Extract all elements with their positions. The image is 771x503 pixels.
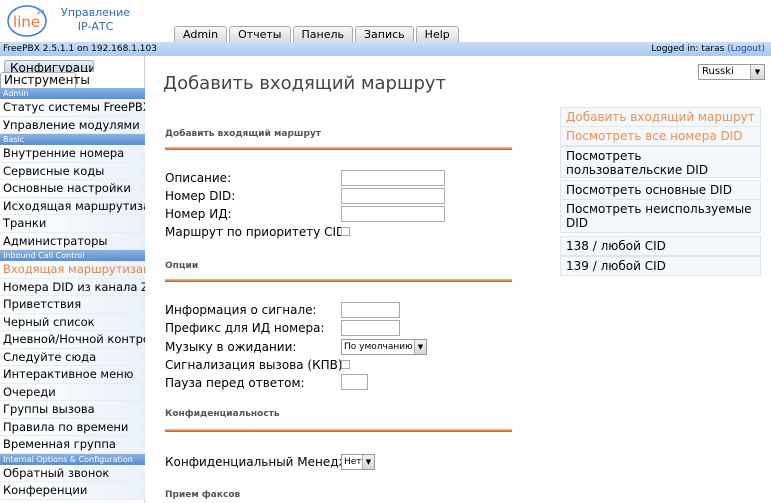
sidebar-item-conferences[interactable]: Конференции — [0, 482, 145, 500]
did-label: Номер DID: — [165, 189, 236, 203]
section-divider — [165, 279, 512, 282]
sidebar-item-follow-me[interactable]: Следуйте сюда — [0, 348, 145, 366]
sidebar-item-feature-codes[interactable]: Сервисные коды — [0, 162, 145, 180]
sidebar-item-time-conditions[interactable]: Правила по времени — [0, 418, 145, 436]
moh-value: По умолчанию — [344, 342, 413, 352]
route-link-139[interactable]: 139 / любой CID — [560, 256, 761, 276]
section-divider — [165, 147, 512, 150]
login-status: Logged in: taras (Logout) — [651, 42, 765, 56]
ringing-checkbox[interactable] — [341, 360, 350, 369]
moh-select[interactable]: По умолчанию ▼ — [341, 339, 427, 355]
did-input[interactable] — [341, 188, 445, 204]
alert-info-input[interactable] — [341, 302, 400, 318]
privacy-select[interactable]: Нет ▼ — [341, 454, 375, 470]
link-view-unused-did[interactable]: Посмотреть неиспользуемые DID — [560, 199, 761, 233]
chevron-down-icon: ▼ — [750, 65, 764, 79]
section-divider — [165, 429, 512, 432]
svg-text:24: 24 — [37, 9, 45, 16]
sidebar-menu: Admin Статус системы FreePBX Управление … — [0, 88, 145, 500]
route-link-138[interactable]: 138 / любой CID — [560, 236, 761, 256]
header: line 24 Управление IP-АТС Admin Отчеты П… — [0, 0, 771, 42]
sidebar-item-callback[interactable]: Обратный звонок — [0, 464, 145, 482]
link-view-general-did[interactable]: Посмотреть основные DID — [560, 180, 761, 200]
moh-label: Музыку в ожидании: — [165, 340, 297, 354]
tab-recording[interactable]: Запись — [355, 26, 414, 42]
sidebar-header-internal: Internal Options & Configuration — [0, 453, 145, 465]
link-view-user-did[interactable]: Посмотреть пользовательские DID — [560, 146, 761, 178]
tab-help[interactable]: Help — [415, 26, 459, 42]
section-title-add-route: Добавить входящий маршрут — [165, 129, 321, 139]
version-text: FreePBX 2.5.1.1 on 192.168.1.103 — [3, 44, 157, 54]
main-content: Russki ▼ Добавить входящий маршрут Добави… — [146, 56, 771, 503]
sidebar-item-system-status[interactable]: Статус системы FreePBX — [0, 99, 145, 117]
language-select[interactable]: Russki ▼ — [698, 64, 765, 80]
description-label: Описание: — [165, 171, 232, 185]
tab-admin[interactable]: Admin — [174, 26, 228, 42]
cid-prefix-input[interactable] — [341, 320, 400, 336]
sidebar-item-administrators[interactable]: Администраторы — [0, 232, 145, 250]
privacy-label: Конфиденциальный Менеджер: — [165, 455, 369, 469]
sidebar-item-extensions[interactable]: Внутренние номера — [0, 145, 145, 163]
cid-input[interactable] — [341, 206, 445, 222]
description-input[interactable] — [341, 170, 445, 186]
section-title-options: Опции — [165, 261, 199, 271]
cid-priority-checkbox[interactable] — [341, 227, 350, 236]
logo: line 24 — [7, 4, 50, 37]
chevron-down-icon: ▼ — [362, 455, 374, 469]
top-tabs: Admin Отчеты Панель Запись Help — [174, 26, 461, 42]
sidebar-item-inbound-routes[interactable]: Входящая маршрутизация — [0, 261, 145, 279]
brand-line-2: IP-АТС — [77, 20, 114, 33]
sidebar-item-outbound-routes[interactable]: Исходящая маршрутизация — [0, 197, 145, 215]
sidebar-item-time-groups[interactable]: Временная группа — [0, 436, 145, 454]
logout-link[interactable]: (Logout) — [727, 44, 765, 54]
sidebar-item-queues[interactable]: Очереди — [0, 383, 145, 401]
brand-line-1: Управление — [61, 6, 131, 19]
ringing-label: Сигнализация вызова (КПВ): — [165, 358, 347, 372]
sidebar-item-day-night[interactable]: Дневной/Ночной контроль — [0, 331, 145, 349]
sidebar-item-announcements[interactable]: Приветствия — [0, 296, 145, 314]
sidebar-item-trunks[interactable]: Транки — [0, 215, 145, 233]
cid-label: Номер ИД: — [165, 207, 232, 221]
sidebar-item-blacklist[interactable]: Черный список — [0, 313, 145, 331]
link-view-all-did[interactable]: Посмотреть все номера DID — [560, 126, 761, 146]
page-title: Добавить входящий маршрут — [163, 73, 447, 94]
sidebar-item-module-admin[interactable]: Управление модулями — [0, 116, 145, 134]
tab-reports[interactable]: Отчеты — [229, 26, 291, 42]
brand-title: Управление IP-АТС — [61, 6, 130, 34]
chevron-down-icon: ▼ — [414, 340, 426, 354]
pause-label: Пауза перед ответом: — [165, 376, 305, 390]
privacy-value: Нет — [344, 457, 362, 467]
sidebar-tab-tools[interactable]: Инструменты — [0, 72, 90, 88]
link-add-inbound-route[interactable]: Добавить входящий маршрут — [560, 107, 761, 127]
sidebar-tab-config[interactable]: Конфигурация — [4, 60, 94, 72]
sidebar-item-ring-groups[interactable]: Группы вызова — [0, 401, 145, 419]
sidebar-header-basic: Basic — [0, 134, 145, 145]
sidebar: Конфигурация Инструменты Admin Статус си… — [0, 56, 145, 503]
section-title-privacy: Конфиденциальность — [165, 409, 280, 419]
section-title-fax: Прием факсов — [165, 490, 241, 500]
language-value: Russki — [702, 66, 734, 77]
sidebar-header-inbound: Inbound Call Control — [0, 250, 145, 261]
info-bar: FreePBX 2.5.1.1 on 192.168.1.103 Logged … — [0, 42, 771, 56]
sidebar-header-admin: Admin — [0, 88, 145, 99]
tab-panel[interactable]: Панель — [292, 26, 353, 42]
sidebar-tabs: Конфигурация Инструменты — [0, 56, 144, 88]
cid-priority-label: Маршрут по приоритету CID: — [165, 225, 350, 239]
sidebar-item-ivr[interactable]: Интерактивное меню — [0, 366, 145, 384]
sidebar-item-zap-did[interactable]: Номера DID из канала Zap — [0, 278, 145, 296]
alert-info-label: Информация о сигнале: — [165, 303, 317, 317]
pause-input[interactable] — [341, 374, 368, 390]
sidebar-item-general-settings[interactable]: Основные настройки — [0, 180, 145, 198]
logged-in-text: Logged in: taras — [651, 44, 725, 54]
cid-prefix-label: Префикс для ИД номера: — [165, 321, 325, 335]
